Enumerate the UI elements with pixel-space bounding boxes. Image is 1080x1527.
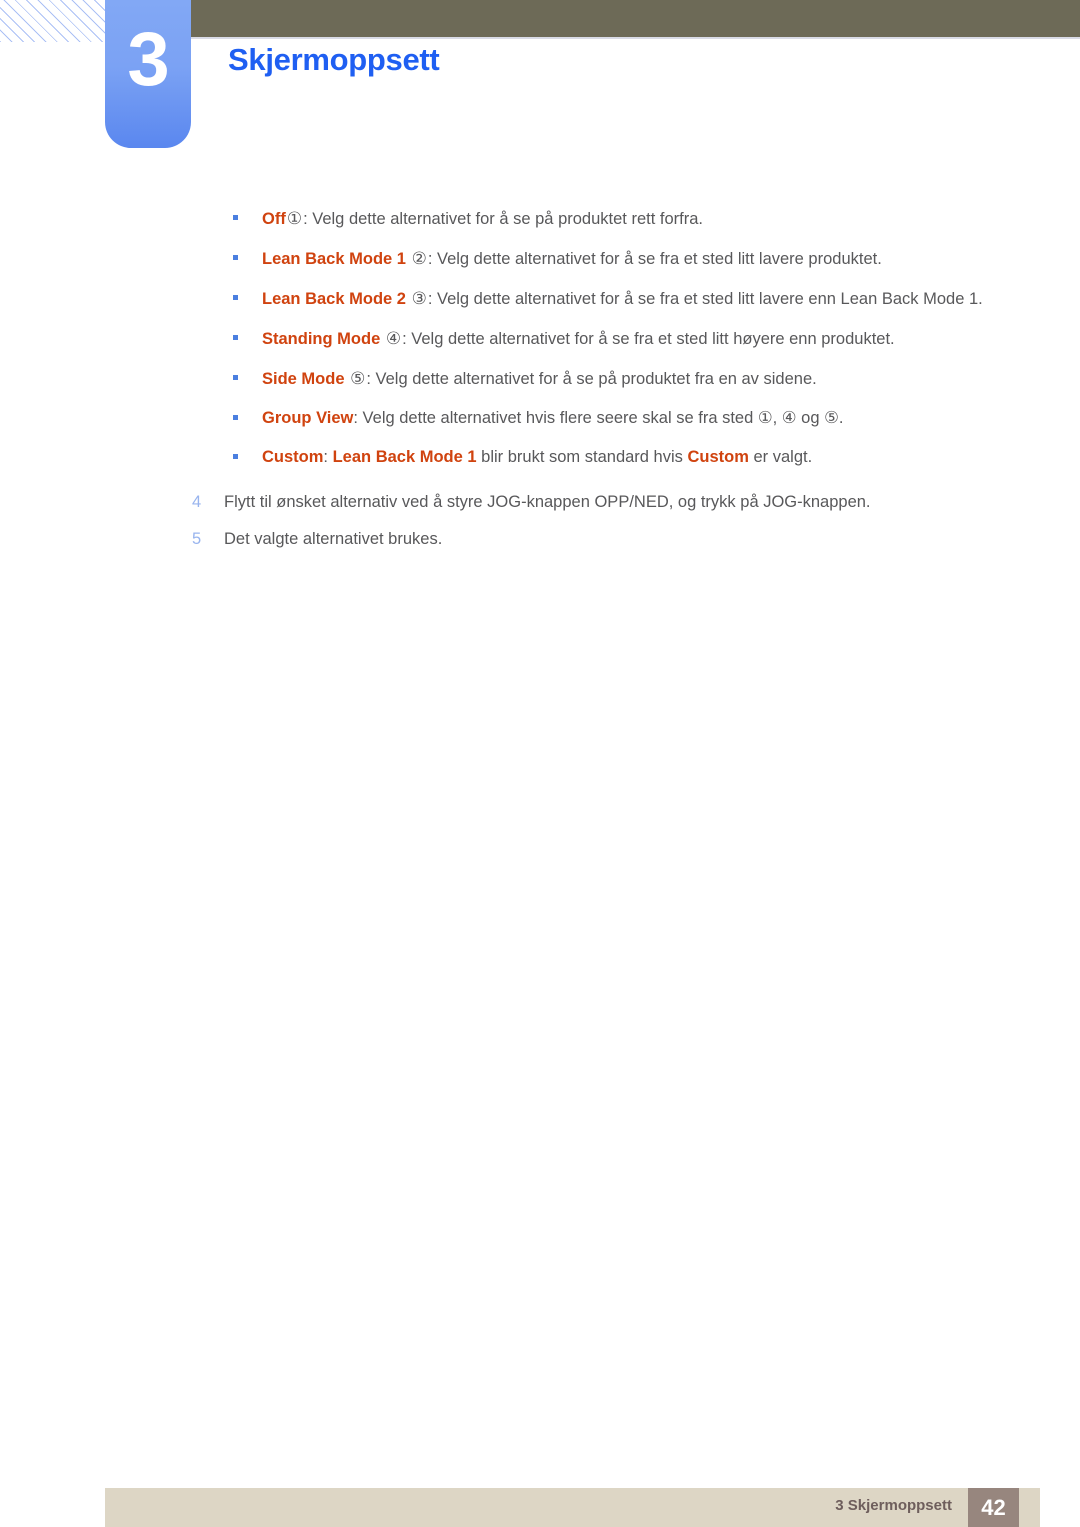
- option-term: Lean Back Mode 1: [262, 250, 406, 268]
- option-term: Side Mode: [262, 370, 345, 388]
- bullet-dot-icon: [233, 375, 238, 380]
- list-item: Lean Back Mode 2 ③: Velg dette alternati…: [0, 286, 1080, 312]
- option-description: : Velg dette alternativet for å se på pr…: [366, 370, 817, 388]
- bullet-dot-icon: [233, 295, 238, 300]
- header-olive-bar: [190, 0, 1080, 37]
- step-text: Det valgte alternativet brukes.: [224, 530, 443, 548]
- option-term-secondary: Lean Back Mode 1: [332, 448, 477, 466]
- list-item: Custom: Lean Back Mode 1 blir brukt som …: [0, 445, 1080, 470]
- chapter-tab: 3: [105, 0, 191, 148]
- circled-number-icon: ⑤: [350, 369, 366, 388]
- list-item: Lean Back Mode 1 ②: Velg dette alternati…: [0, 246, 1080, 272]
- option-description-part-a: :: [323, 448, 333, 466]
- option-term: Custom: [262, 448, 324, 466]
- circled-number-icon: ④: [385, 329, 402, 348]
- page-title: Skjermoppsett: [228, 42, 440, 77]
- option-term-tertiary: Custom: [687, 448, 749, 466]
- bullet-dot-icon: [233, 335, 238, 340]
- footer-chapter-label: 3 Skjermoppsett: [835, 1497, 952, 1514]
- list-item: 4 Flytt til ønsket alternativ ved å styre…: [0, 490, 1080, 515]
- list-item: Off①: Velg dette alternativet for å se p…: [0, 206, 1080, 232]
- option-description: : Velg dette alternativet for å se på pr…: [303, 210, 703, 228]
- page-content: Off①: Velg dette alternativet for å se p…: [0, 206, 1080, 564]
- procedure-step-list: 4 Flytt til ønsket alternativ ved å styre…: [0, 490, 1080, 552]
- option-term: Group View: [262, 409, 354, 427]
- option-description: : Velg dette alternativet for å se fra e…: [427, 250, 882, 268]
- decorative-hatch-pattern: [0, 0, 106, 42]
- bullet-dot-icon: [233, 255, 238, 260]
- option-description-part-b: blir brukt som standard hvis: [476, 448, 688, 466]
- step-number: 4: [192, 493, 202, 511]
- option-description: : Velg dette alternativet for å se fra e…: [402, 330, 895, 348]
- option-description: : Velg dette alternativet for å se fra e…: [427, 290, 983, 308]
- option-term: Off: [262, 210, 286, 228]
- option-bullet-list: Off①: Velg dette alternativet for å se p…: [0, 206, 1080, 470]
- option-description-part-c: er valgt.: [748, 448, 813, 466]
- bullet-dot-icon: [233, 215, 238, 220]
- option-term: Standing Mode: [262, 330, 381, 348]
- option-term: Lean Back Mode 2: [262, 290, 406, 308]
- option-description: : Velg dette alternativet hvis flere see…: [353, 409, 844, 427]
- list-item: Side Mode ⑤: Velg dette alternativet for…: [0, 366, 1080, 392]
- list-item: Group View: Velg dette alternativet hvis…: [0, 406, 1080, 431]
- bullet-dot-icon: [233, 415, 238, 420]
- chapter-number: 3: [127, 17, 169, 102]
- list-item: Standing Mode ④: Velg dette alternativet…: [0, 326, 1080, 352]
- circled-number-icon: ②: [411, 249, 427, 268]
- list-item: 5 Det valgte alternativet brukes.: [0, 527, 1080, 552]
- circled-number-icon: ①: [286, 209, 303, 228]
- bullet-dot-icon: [233, 454, 238, 459]
- page-number: 42: [981, 1495, 1006, 1520]
- header-olive-underline: [190, 37, 1080, 39]
- step-text: Flytt til ønsket alternativ ved å styre …: [224, 493, 871, 511]
- step-number: 5: [192, 530, 202, 548]
- circled-number-icon: ③: [411, 289, 427, 308]
